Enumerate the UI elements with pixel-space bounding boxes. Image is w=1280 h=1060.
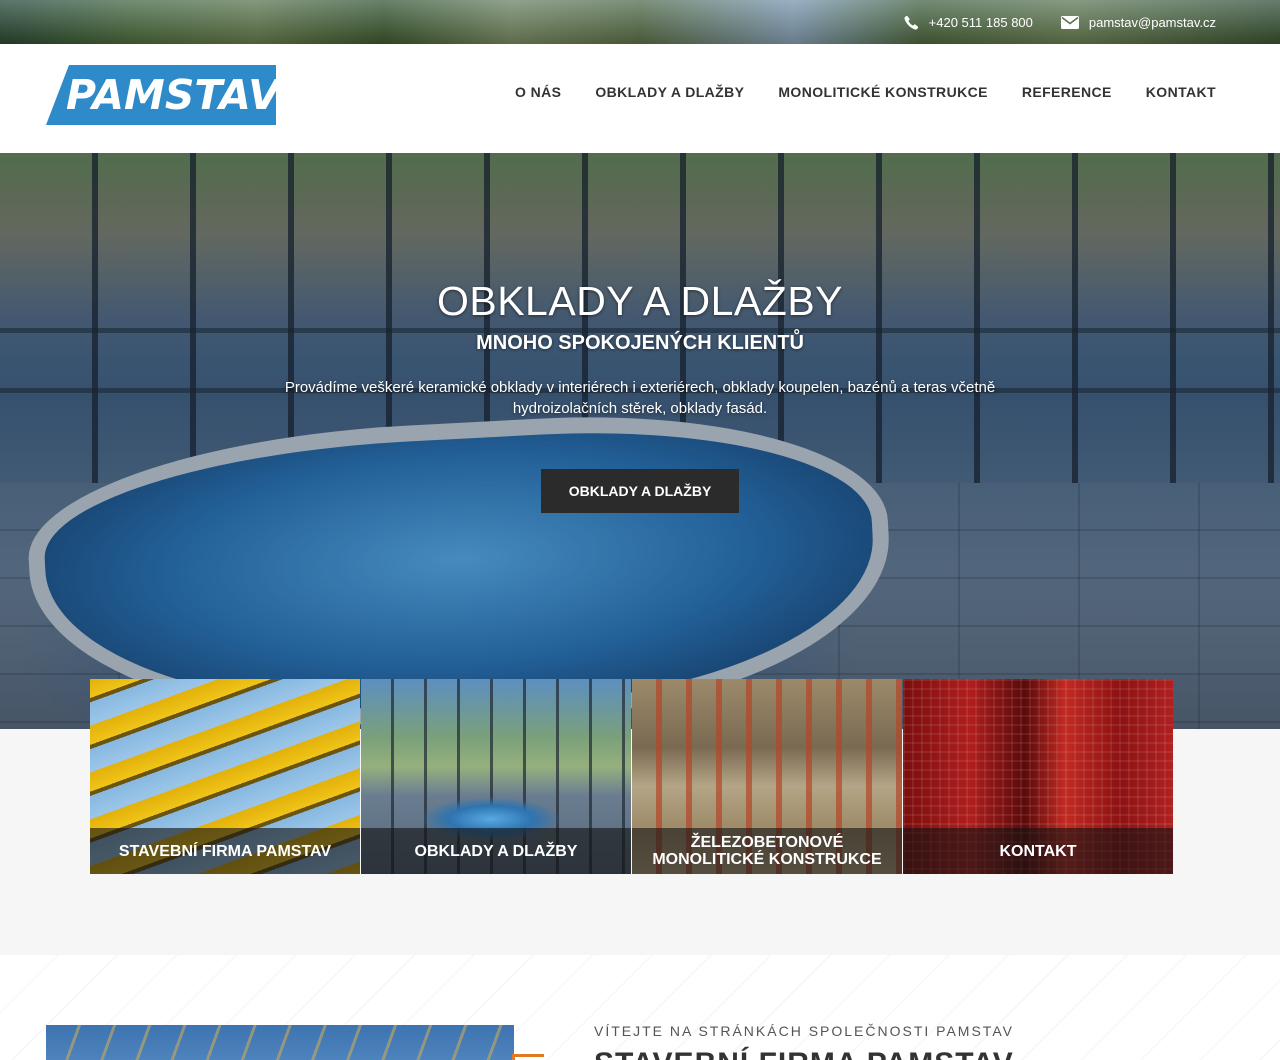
site-header: PAMSTAV O NÁS OBKLADY A DLAŽBY MONOLITIC… <box>0 44 1280 153</box>
welcome-photo <box>46 1025 514 1060</box>
tile-obklady-a-dlazby[interactable]: OBKLADY A DLAŽBY <box>361 679 631 874</box>
hero-subtitle: MNOHO SPOKOJENÝCH KLIENTŮ <box>476 332 804 354</box>
tile-monoliticke-konstrukce[interactable]: ŽELEZOBETONOVÉ MONOLITICKÉ KONSTRUKCE <box>632 679 902 874</box>
nav-item-kontakt[interactable]: KONTAKT <box>1146 84 1216 100</box>
welcome-kicker: VÍTEJTE NA STRÁNKÁCH SPOLEČNOSTI PAMSTAV <box>594 1023 1014 1039</box>
welcome-photo-crane <box>46 1025 514 1060</box>
envelope-icon <box>1060 15 1079 29</box>
phone-number: +420 511 185 800 <box>928 14 1033 30</box>
hero-slider: OBKLADY A DLAŽBY MNOHO SPOKOJENÝCH KLIEN… <box>0 153 1280 729</box>
nav-item-obklady-a-dlazby[interactable]: OBKLADY A DLAŽBY <box>595 84 744 100</box>
hero-description: Provádíme veškeré keramické obklady v in… <box>284 379 996 417</box>
nav-item-monoliticke-konstrukce[interactable]: MONOLITICKÉ KONSTRUKCE <box>778 84 987 100</box>
nav-item-reference[interactable]: REFERENCE <box>1022 84 1112 100</box>
welcome-accent-frame <box>512 1054 544 1060</box>
service-tiles: STAVEBNÍ FIRMA PAMSTAV OBKLADY A DLAŽBY … <box>90 679 1173 874</box>
tile-kontakt[interactable]: KONTAKT <box>903 679 1173 874</box>
logo[interactable]: PAMSTAV <box>46 65 280 125</box>
email-link[interactable]: pamstav@pamstav.cz <box>1060 14 1216 30</box>
tile-caption: ŽELEZOBETONOVÉ MONOLITICKÉ KONSTRUKCE <box>632 828 902 874</box>
hero-title: OBKLADY A DLAŽBY <box>436 278 844 324</box>
phone-link[interactable]: +420 511 185 800 <box>904 15 1033 30</box>
welcome-section: VÍTEJTE NA STRÁNKÁCH SPOLEČNOSTI PAMSTAV… <box>0 955 1280 1060</box>
logo-text: PAMSTAV <box>66 71 280 119</box>
hero-content: OBKLADY A DLAŽBY MNOHO SPOKOJENÝCH KLIEN… <box>0 277 1280 513</box>
contact-list: +420 511 185 800 pamstav@pamstav.cz <box>904 0 1216 44</box>
tile-caption: OBKLADY A DLAŽBY <box>361 828 631 874</box>
top-contact-bar: +420 511 185 800 pamstav@pamstav.cz <box>0 0 1280 44</box>
phone-icon <box>904 15 919 30</box>
tile-caption: STAVEBNÍ FIRMA PAMSTAV <box>90 828 360 874</box>
main-nav: O NÁS OBKLADY A DLAŽBY MONOLITICKÉ KONST… <box>515 44 1216 140</box>
tile-caption: KONTAKT <box>903 828 1173 874</box>
hero-cta-button[interactable]: OBKLADY A DLAŽBY <box>540 469 740 513</box>
email-address: pamstav@pamstav.cz <box>1088 14 1216 30</box>
nav-item-o-nas[interactable]: O NÁS <box>515 84 561 100</box>
welcome-heading: STAVEBNÍ FIRMA PAMSTAV <box>594 1047 1014 1060</box>
tile-stavebni-firma[interactable]: STAVEBNÍ FIRMA PAMSTAV <box>90 679 360 874</box>
